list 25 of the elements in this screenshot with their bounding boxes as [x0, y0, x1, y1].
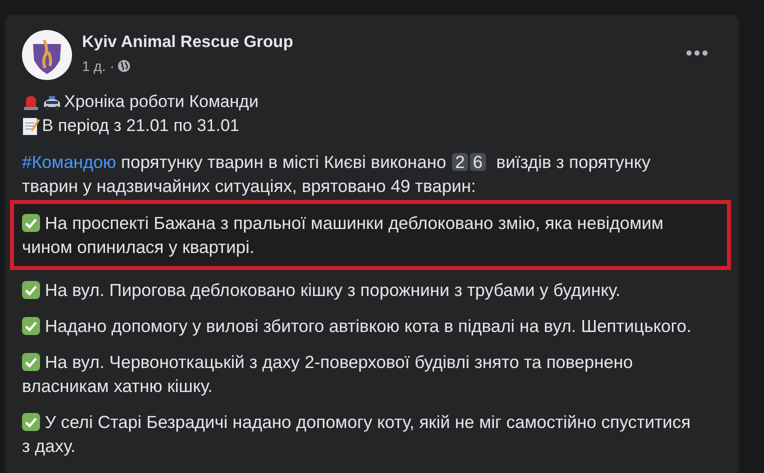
more-options-icon[interactable] [686, 50, 708, 56]
keycap-digit: 6 [470, 153, 486, 171]
memo-icon [22, 116, 40, 136]
check-icon [22, 281, 40, 299]
globe-icon [118, 60, 130, 72]
check-icon [22, 413, 40, 431]
check-icon [22, 353, 40, 371]
avatar-icon[interactable] [22, 30, 72, 80]
list-item-text: На проспекті Бажана з пральної машинки деблоковано змію, яка невідомим чином опинилася у квартирі. [22, 212, 664, 259]
hashtag-link[interactable]: #Командою [22, 152, 116, 172]
keycap-digit: 2 [452, 153, 468, 171]
author-name[interactable]: Kyiv Animal Rescue Group [82, 33, 294, 52]
police-car-icon [42, 93, 62, 111]
check-icon [22, 317, 40, 335]
siren-icon [22, 93, 40, 111]
intro-paragraph: #Командою порятунку тварин в місті Києві виконано 2 6 виїздів з порятунку тварин у надзвичайних ситуаціях, врятовано 49 тварин: [22, 151, 652, 198]
list-item-text: На вул. Пирогова деблоковано кішку з порожнини з трубами у будинку. [22, 278, 702, 302]
separator-dot: · [110, 58, 114, 74]
heading-text: В період з 21.01 по 31.01 [42, 115, 240, 137]
check-icon [22, 214, 40, 232]
list-item-text: На вул. Червоноткацькій з даху 2-поверхової будівлі знято та повернено власникам хатню кішку. [22, 351, 634, 398]
list-item-text: У селі Старі Безрадичі надано допомогу коту, якій не міг самостійно спуститися з даху. [22, 411, 692, 458]
list-item-text: Надано допомогу у вилові збитого автівкою кота в підвалі на вул. Шептицького. [22, 314, 702, 338]
heading-text: Хроніка роботи Команди [64, 91, 258, 113]
post-time[interactable]: 1 д. [82, 58, 106, 74]
